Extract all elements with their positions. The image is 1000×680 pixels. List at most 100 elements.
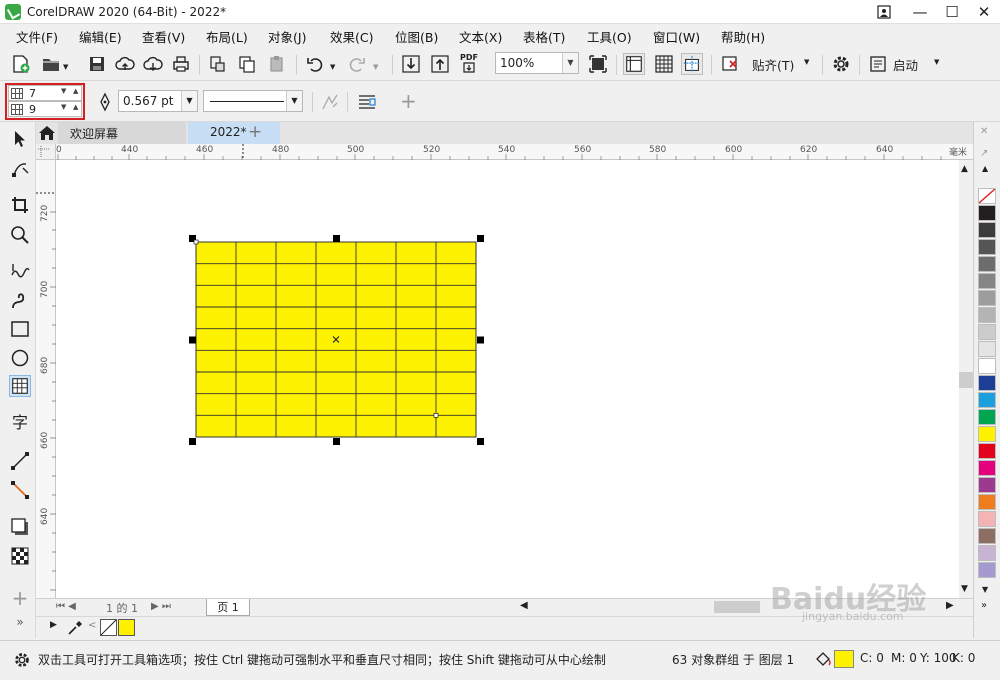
close-button[interactable]: ✕	[970, 2, 998, 22]
drawing-canvas[interactable]	[56, 160, 959, 598]
color-swatch[interactable]	[978, 494, 996, 510]
color-swatch[interactable]	[978, 477, 996, 493]
color-swatch[interactable]	[978, 307, 996, 323]
redo-dropdown-icon[interactable]: ▼	[373, 63, 378, 71]
open-icon[interactable]	[40, 53, 62, 75]
launch-label[interactable]: 启动	[893, 55, 918, 74]
color-swatch[interactable]	[978, 290, 996, 306]
pick-tool-icon[interactable]	[9, 128, 31, 150]
maximize-button[interactable]: ☐	[938, 2, 966, 22]
scroll-up-icon[interactable]: ▲	[961, 164, 968, 174]
full-screen-icon[interactable]	[587, 53, 609, 75]
minimize-button[interactable]: —	[906, 2, 934, 22]
shape-tool-icon[interactable]	[9, 158, 31, 180]
no-color-chip[interactable]	[100, 619, 117, 636]
status-settings-icon[interactable]	[12, 650, 32, 670]
color-swatch[interactable]	[978, 324, 996, 340]
menu-bitmaps[interactable]: 位图(B)	[395, 27, 438, 46]
color-swatch[interactable]	[978, 409, 996, 425]
doc-palette-menu-icon[interactable]: ▶	[50, 620, 57, 630]
color-swatch[interactable]	[978, 511, 996, 527]
page-nav-first-icon[interactable]: ⏮ ◀	[56, 601, 76, 612]
status-fill-color[interactable]	[834, 650, 854, 668]
color-swatch[interactable]	[978, 358, 996, 374]
cloud-upload-icon[interactable]	[114, 53, 136, 75]
print-icon[interactable]	[170, 53, 192, 75]
tab-document[interactable]: 2022*	[188, 122, 280, 144]
undo-dropdown-icon[interactable]: ▼	[330, 63, 335, 71]
color-swatch[interactable]	[978, 528, 996, 544]
yellow-table-object[interactable]	[182, 232, 486, 446]
add-tab-button[interactable]: +	[248, 122, 262, 142]
palette-scroll-up-icon[interactable]: ▲	[982, 164, 988, 173]
eyedropper-icon[interactable]	[67, 620, 83, 636]
no-color-swatch[interactable]	[978, 188, 996, 204]
palette-expand-icon[interactable]: »	[981, 600, 987, 611]
export-icon[interactable]	[429, 53, 451, 75]
import-icon[interactable]	[400, 53, 422, 75]
pdf-icon[interactable]: PDF	[458, 53, 480, 75]
vertical-scroll-thumb[interactable]	[959, 372, 973, 388]
palette-options-icon[interactable]: ✕	[980, 126, 988, 137]
zoom-tool-icon[interactable]	[9, 224, 31, 246]
launch-icon[interactable]	[867, 53, 889, 75]
line-style-select[interactable]: ▼	[203, 90, 303, 112]
scroll-left-icon[interactable]: ◀	[520, 600, 528, 611]
color-swatch[interactable]	[978, 562, 996, 578]
color-swatch[interactable]	[978, 392, 996, 408]
zoom-level-select[interactable]: 100% ▼	[495, 52, 579, 74]
ellipse-tool-icon[interactable]	[9, 347, 31, 369]
undo-icon[interactable]	[304, 53, 326, 75]
color-swatch[interactable]	[978, 205, 996, 221]
fill-bucket-icon[interactable]	[814, 650, 832, 668]
drop-shadow-tool-icon[interactable]	[9, 516, 31, 538]
rulers-icon[interactable]	[623, 53, 645, 75]
new-icon[interactable]	[10, 53, 32, 75]
snap-dropdown-icon[interactable]: ▼	[804, 58, 809, 66]
connector-tool-icon[interactable]	[9, 479, 31, 501]
menu-table[interactable]: 表格(T)	[523, 27, 565, 46]
menu-view[interactable]: 查看(V)	[142, 27, 185, 46]
menu-file[interactable]: 文件(F)	[16, 27, 58, 46]
guidelines-icon[interactable]	[681, 53, 703, 75]
launch-dropdown-icon[interactable]: ▼	[934, 58, 939, 66]
color-swatch[interactable]	[978, 341, 996, 357]
doc-palette-left-icon[interactable]: <	[88, 620, 96, 631]
save-icon[interactable]	[86, 53, 108, 75]
menu-tools[interactable]: 工具(O)	[587, 27, 632, 46]
cloud-download-icon[interactable]	[142, 53, 164, 75]
cut-icon[interactable]	[207, 53, 229, 75]
home-tab-icon[interactable]	[36, 122, 58, 144]
scroll-down-icon[interactable]: ▼	[961, 584, 968, 594]
outline-width-select[interactable]: 0.567 pt ▼	[118, 90, 198, 112]
vertical-scrollbar[interactable]: ▲ ▼	[959, 160, 973, 598]
palette-scroll-down-icon[interactable]: ▼	[982, 585, 988, 594]
menu-text[interactable]: 文本(X)	[459, 27, 502, 46]
dimension-tool-icon[interactable]	[9, 450, 31, 472]
scroll-right-icon[interactable]: ▶	[946, 600, 954, 611]
document-color-yellow[interactable]	[118, 619, 135, 636]
crop-tool-icon[interactable]	[9, 194, 31, 216]
color-swatch[interactable]	[978, 545, 996, 561]
color-swatch[interactable]	[978, 426, 996, 442]
menu-layout[interactable]: 布局(L)	[206, 27, 248, 46]
snap-off-icon[interactable]	[719, 53, 741, 75]
account-icon[interactable]	[870, 2, 898, 22]
color-swatch[interactable]	[978, 222, 996, 238]
add-icon[interactable]: +	[400, 89, 417, 113]
line-style-dropdown-icon[interactable]: ▼	[286, 91, 302, 111]
menu-edit[interactable]: 编辑(E)	[79, 27, 122, 46]
vertical-ruler[interactable]: 720 700 680 660 640	[36, 160, 56, 598]
menu-effects[interactable]: 效果(C)	[330, 27, 373, 46]
add-tool-icon[interactable]: +	[9, 587, 31, 609]
menu-help[interactable]: 帮助(H)	[721, 27, 765, 46]
ruler-origin[interactable]	[36, 144, 56, 160]
border-select-icon[interactable]	[320, 91, 342, 113]
palette-tools-icon[interactable]: ↗	[980, 148, 988, 159]
grid-icon[interactable]	[653, 53, 675, 75]
redo-icon[interactable]	[346, 53, 368, 75]
outline-dropdown-icon[interactable]: ▼	[181, 91, 197, 111]
text-tool-icon[interactable]: 字	[9, 412, 31, 434]
expand-toolbox-icon[interactable]: »	[9, 615, 31, 637]
freehand-tool-icon[interactable]	[9, 260, 31, 282]
